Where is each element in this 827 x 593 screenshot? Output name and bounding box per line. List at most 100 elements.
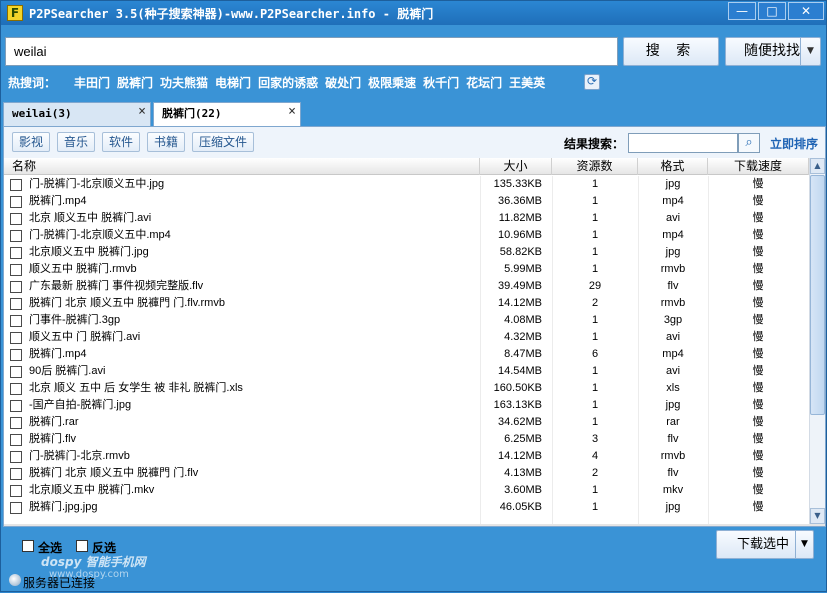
- refresh-icon[interactable]: ⟳: [584, 74, 600, 90]
- row-checkbox[interactable]: [10, 383, 22, 395]
- table-row[interactable]: 北京 顺义五中 脱裤门.avi 11.82MB 1 avi 慢: [4, 210, 809, 227]
- watermark-url: www.dospy.com: [49, 569, 129, 580]
- source-count: 1: [591, 501, 599, 513]
- hot-keyword[interactable]: 丰田门: [74, 74, 110, 91]
- table-row[interactable]: 脱裤门 北京 顺义五中 脱褲門 门.flv 4.13MB 2 flv 慢: [4, 465, 809, 482]
- file-size: 163.13KB: [493, 399, 542, 411]
- source-count: 1: [591, 212, 599, 224]
- row-checkbox[interactable]: [10, 434, 22, 446]
- search-input[interactable]: weilai: [5, 37, 618, 66]
- result-tabs: weilai(3) × 脱裤门(22) ×: [1, 102, 827, 127]
- invert-selection-checkbox[interactable]: [76, 540, 88, 552]
- file-format: flv: [667, 433, 679, 445]
- close-tab-icon[interactable]: ×: [288, 101, 296, 123]
- maximize-button[interactable]: □: [758, 2, 786, 20]
- table-row[interactable]: 门-脱裤门-北京顺义五中.jpg 135.33KB 1 jpg 慢: [4, 176, 809, 193]
- table-row[interactable]: 北京顺义五中 脱裤门.mkv 3.60MB 1 mkv 慢: [4, 482, 809, 499]
- hot-keyword[interactable]: 电梯门: [215, 74, 251, 91]
- scroll-up-arrow-icon[interactable]: ▲: [810, 158, 825, 174]
- row-checkbox[interactable]: [10, 332, 22, 344]
- table-row[interactable]: 门事件-脱裤门.3gp 4.08MB 1 3gp 慢: [4, 312, 809, 329]
- row-checkbox[interactable]: [10, 230, 22, 242]
- app-logo-icon: F: [7, 5, 23, 21]
- hot-keyword[interactable]: 回家的诱惑: [258, 74, 318, 91]
- table-row[interactable]: 顺义五中 门 脱裤门.avi 4.32MB 1 avi 慢: [4, 329, 809, 346]
- close-tab-icon[interactable]: ×: [138, 101, 146, 123]
- table-row[interactable]: 脱裤门 北京 顺义五中 脱褲門 门.flv.rmvb 14.12MB 2 rmvb 慢: [4, 295, 809, 312]
- table-row[interactable]: 广东最新 脱裤门 事件视频完整版.flv 39.49MB 29 flv 慢: [4, 278, 809, 295]
- scroll-thumb[interactable]: [810, 175, 825, 415]
- row-checkbox[interactable]: [10, 247, 22, 259]
- file-format: flv: [667, 467, 679, 479]
- filter-software-button[interactable]: 软件: [102, 132, 141, 152]
- title-bar[interactable]: F P2PSearcher 3.5(种子搜索神器)-www.P2PSearche…: [1, 1, 826, 25]
- column-size[interactable]: 大小: [480, 158, 552, 175]
- hot-keyword[interactable]: 花坛门: [466, 74, 502, 91]
- file-name: 门-脱裤门-北京顺义五中.mp4: [29, 229, 171, 241]
- file-format: rmvb: [660, 297, 686, 309]
- row-checkbox[interactable]: [10, 366, 22, 378]
- hot-keyword[interactable]: 功夫熊猫: [160, 74, 208, 91]
- hot-keyword[interactable]: 极限乘速: [368, 74, 416, 91]
- search-icon[interactable]: ⌕: [738, 133, 760, 153]
- search-button[interactable]: 搜 索: [623, 37, 719, 66]
- chevron-down-icon[interactable]: ▼: [795, 531, 813, 558]
- column-speed[interactable]: 下载速度: [708, 158, 809, 175]
- row-checkbox[interactable]: [10, 468, 22, 480]
- table-row[interactable]: 脱裤门.rar 34.62MB 1 rar 慢: [4, 414, 809, 431]
- table-row[interactable]: 脱裤门.mp4 36.36MB 1 mp4 慢: [4, 193, 809, 210]
- vertical-scrollbar[interactable]: ▲ ▼: [809, 158, 825, 524]
- table-row[interactable]: 脱裤门.jpg.jpg 46.05KB 1 jpg 慢: [4, 499, 809, 516]
- table-row[interactable]: -国产自拍-脱裤门.jpg 163.13KB 1 jpg 慢: [4, 397, 809, 414]
- filter-books-button[interactable]: 书籍: [147, 132, 186, 152]
- hot-keyword[interactable]: 王美英: [509, 74, 545, 91]
- select-all-checkbox[interactable]: [22, 540, 34, 552]
- row-checkbox[interactable]: [10, 264, 22, 276]
- random-search-button[interactable]: 随便找找 ▼: [725, 37, 821, 66]
- source-count: 2: [591, 297, 599, 309]
- table-row[interactable]: 脱裤门.flv 6.25MB 3 flv 慢: [4, 431, 809, 448]
- filter-video-button[interactable]: 影视: [12, 132, 51, 152]
- column-name[interactable]: 名称: [4, 158, 480, 175]
- row-checkbox[interactable]: [10, 502, 22, 514]
- file-name: 顺义五中 门 脱裤门.avi: [29, 331, 141, 343]
- minimize-button[interactable]: —: [728, 2, 756, 20]
- download-selected-button[interactable]: 下载选中 ▼: [716, 530, 814, 559]
- row-checkbox[interactable]: [10, 417, 22, 429]
- row-checkbox[interactable]: [10, 281, 22, 293]
- tab-active[interactable]: 脱裤门(22) ×: [153, 102, 301, 127]
- row-checkbox[interactable]: [10, 179, 22, 191]
- table-row[interactable]: 门-脱裤门-北京顺义五中.mp4 10.96MB 1 mp4 慢: [4, 227, 809, 244]
- row-checkbox[interactable]: [10, 298, 22, 310]
- result-search-input[interactable]: [628, 133, 738, 153]
- close-button[interactable]: ✕: [788, 2, 824, 20]
- file-name: -国产自拍-脱裤门.jpg: [29, 399, 132, 411]
- file-size: 14.54MB: [497, 365, 542, 377]
- chevron-down-icon[interactable]: ▼: [800, 38, 820, 65]
- table-row[interactable]: 北京 顺义 五中 后 女学生 被 非礼 脱裤门.xls 160.50KB 1 xls 慢: [4, 380, 809, 397]
- sort-now-link[interactable]: 立即排序: [770, 135, 818, 152]
- row-checkbox[interactable]: [10, 349, 22, 361]
- download-selected-label: 下载选中: [737, 537, 790, 552]
- hot-keyword[interactable]: 脱裤门: [117, 74, 153, 91]
- row-checkbox[interactable]: [10, 400, 22, 412]
- table-row[interactable]: 门-脱裤门-北京.rmvb 14.12MB 4 rmvb 慢: [4, 448, 809, 465]
- row-checkbox[interactable]: [10, 196, 22, 208]
- table-row[interactable]: 顺义五中 脱裤门.rmvb 5.99MB 1 rmvb 慢: [4, 261, 809, 278]
- row-checkbox[interactable]: [10, 451, 22, 463]
- hot-keyword[interactable]: 破处门: [325, 74, 361, 91]
- column-sources[interactable]: 资源数: [552, 158, 638, 175]
- column-format[interactable]: 格式: [638, 158, 708, 175]
- row-checkbox[interactable]: [10, 213, 22, 225]
- tab-weilai[interactable]: weilai(3) ×: [3, 102, 151, 126]
- row-checkbox[interactable]: [10, 485, 22, 497]
- filter-music-button[interactable]: 音乐: [57, 132, 96, 152]
- table-row[interactable]: 脱裤门.mp4 8.47MB 6 mp4 慢: [4, 346, 809, 363]
- table-row[interactable]: 90后 脱裤门.avi 14.54MB 1 avi 慢: [4, 363, 809, 380]
- table-row[interactable]: 北京顺义五中 脱裤门.jpg 58.82KB 1 jpg 慢: [4, 244, 809, 261]
- filter-archive-button[interactable]: 压缩文件: [192, 132, 255, 152]
- hot-keyword[interactable]: 秋千门: [423, 74, 459, 91]
- row-checkbox[interactable]: [10, 315, 22, 327]
- scroll-down-arrow-icon[interactable]: ▼: [810, 508, 825, 524]
- source-count: 1: [591, 263, 599, 275]
